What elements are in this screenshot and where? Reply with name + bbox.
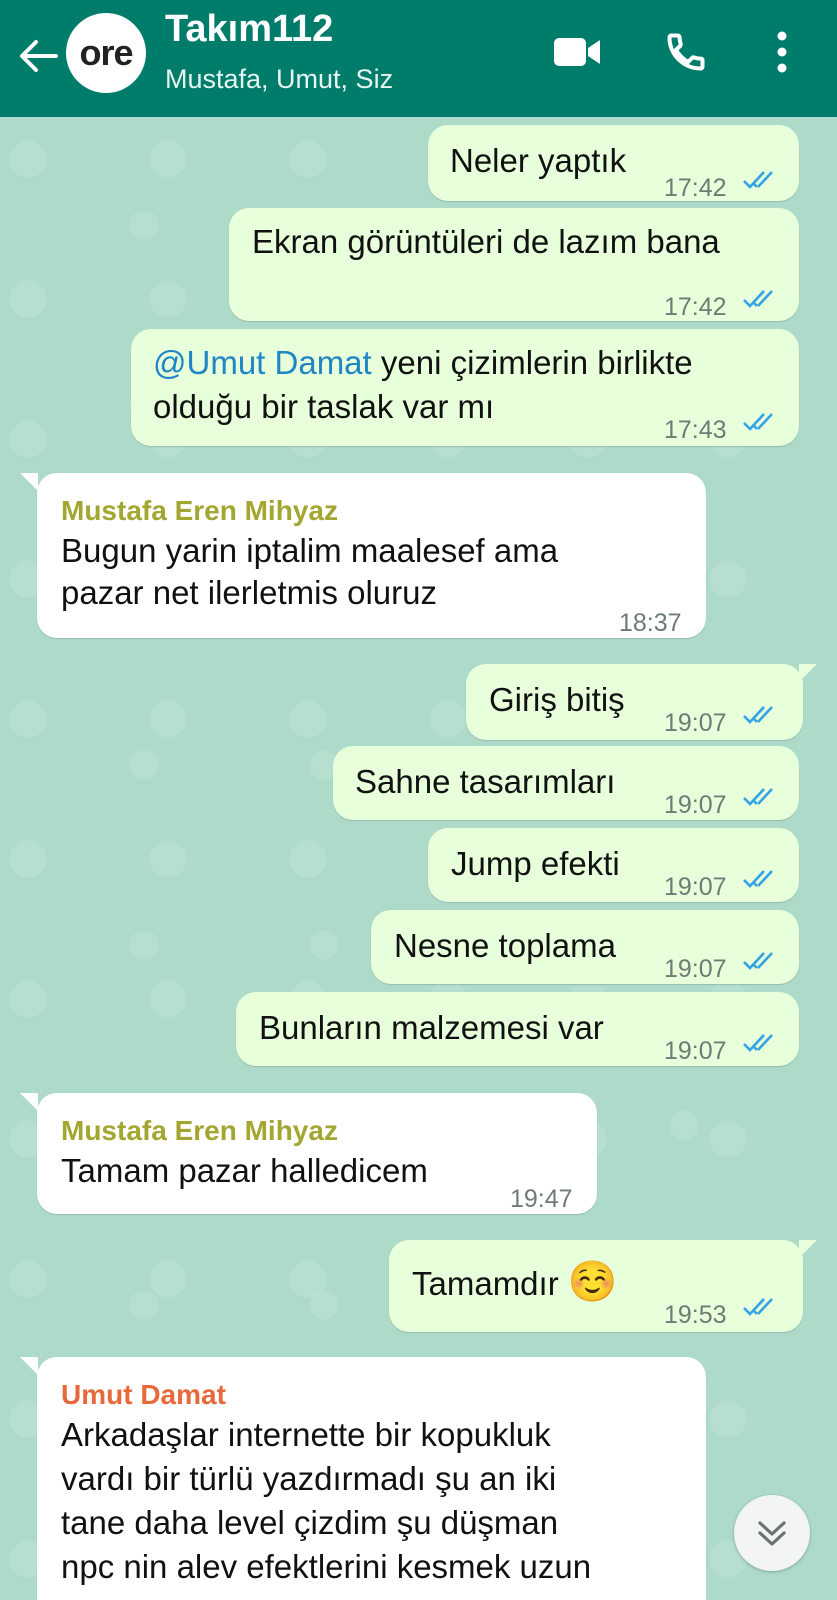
- sender-name[interactable]: Mustafa Eren Mihyaz: [61, 489, 338, 533]
- group-members[interactable]: Mustafa, Umut, Siz: [165, 64, 393, 95]
- message-text-part: yeni çizimlerin birlikte: [371, 344, 693, 381]
- message-bubble[interactable]: Neler yaptık 17:42: [428, 125, 799, 202]
- bubble-tail: [20, 1093, 38, 1111]
- message-text: Jump efekti: [451, 845, 620, 882]
- smiling-emoji: ☺️: [567, 1260, 618, 1304]
- message-time: 17:42: [664, 174, 727, 202]
- message-text: Tamamdır ☺️: [412, 1260, 618, 1306]
- message-time: 19:07: [664, 1037, 727, 1065]
- message-text: @Umut Damat yeni çizimlerin birlikte: [153, 341, 693, 385]
- message-text: Nesne toplama: [394, 927, 616, 964]
- message-text-line: npc nin alev efektlerini kesmek uzun: [61, 1548, 592, 1585]
- message-text: Bunların malzemesi var: [259, 1009, 604, 1046]
- message-text: Ekran görüntüleri de lazım bana: [252, 223, 720, 260]
- message-bubble[interactable]: Umut Damat Arkadaşlar internette bir kop…: [37, 1357, 706, 1600]
- message-bubble[interactable]: Bunların malzemesi var 19:07: [236, 992, 799, 1066]
- message-text: Giriş bitiş: [489, 681, 625, 718]
- mention-link[interactable]: @Umut Damat: [153, 344, 372, 381]
- read-ticks-icon: [743, 788, 773, 806]
- double-chevron-down-icon: [758, 1521, 786, 1546]
- message-time: 17:42: [664, 293, 727, 321]
- more-options-icon[interactable]: [776, 30, 788, 74]
- message-time: 19:07: [664, 873, 727, 901]
- bubble-tail: [20, 1357, 38, 1375]
- back-arrow-icon[interactable]: [16, 34, 60, 78]
- message-text-line: olduğu bir taslak var mı: [153, 388, 495, 425]
- message-text: Tamam pazar halledicem: [61, 1152, 428, 1189]
- message-text-line: tane daha level çizdim şu düşman: [61, 1504, 559, 1541]
- message-bubble[interactable]: @Umut Damat yeni çizimlerin birlikte old…: [131, 329, 799, 446]
- read-ticks-icon: [743, 952, 773, 970]
- sender-name[interactable]: Mustafa Eren Mihyaz: [61, 1109, 338, 1153]
- message-bubble[interactable]: Mustafa Eren Mihyaz Tamam pazar halledic…: [37, 1093, 597, 1214]
- message-time: 19:07: [664, 791, 727, 819]
- voice-call-icon[interactable]: [664, 30, 708, 74]
- read-ticks-icon: [743, 1034, 773, 1052]
- message-time: 18:37: [619, 609, 682, 637]
- message-bubble[interactable]: Giriş bitiş 19:07: [466, 664, 803, 740]
- group-title[interactable]: Takım112: [165, 8, 333, 51]
- read-ticks-icon: [743, 870, 773, 888]
- bubble-tail: [20, 473, 38, 491]
- read-ticks-icon: [743, 413, 773, 431]
- message-text: Sahne tasarımları: [355, 763, 616, 800]
- message-time: 17:43: [664, 416, 727, 444]
- chat-header: ore Takım112 Mustafa, Umut, Siz: [0, 0, 837, 117]
- message-time: 19:47: [510, 1185, 573, 1213]
- message-bubble[interactable]: Tamamdır ☺️ 19:53: [389, 1240, 803, 1332]
- sender-name[interactable]: Umut Damat: [61, 1373, 226, 1417]
- message-time: 19:07: [664, 709, 727, 737]
- message-time: 19:53: [664, 1301, 727, 1329]
- read-ticks-icon: [743, 1298, 773, 1316]
- read-ticks-icon: [743, 706, 773, 724]
- chat-area[interactable]: Neler yaptık 17:42 Ekran görüntüleri de …: [0, 117, 837, 1600]
- message-bubble[interactable]: Mustafa Eren Mihyaz Bugun yarin iptalim …: [37, 473, 706, 638]
- message-text-part: Tamamdır: [412, 1265, 559, 1302]
- message-text-line: Bugun yarin iptalim maalesef ama: [61, 532, 559, 569]
- message-bubble[interactable]: Ekran görüntüleri de lazım bana 17:42: [229, 208, 799, 321]
- read-ticks-icon: [743, 171, 773, 189]
- message-text-line: vardı bir türlü yazdırmadı şu an iki: [61, 1460, 557, 1497]
- message-text-line: Arkadaşlar internette bir kopukluk: [61, 1416, 551, 1453]
- message-text-line: pazar net ilerletmis oluruz: [61, 574, 437, 611]
- group-avatar[interactable]: ore: [66, 13, 146, 93]
- message-time: 19:07: [664, 955, 727, 983]
- message-bubble[interactable]: Jump efekti 19:07: [428, 828, 799, 902]
- message-text: Neler yaptık: [450, 142, 627, 179]
- video-call-icon[interactable]: [552, 34, 602, 70]
- read-ticks-icon: [743, 290, 773, 308]
- message-bubble[interactable]: Nesne toplama 19:07: [371, 910, 799, 984]
- scroll-to-bottom-button[interactable]: [734, 1495, 810, 1571]
- message-bubble[interactable]: Sahne tasarımları 19:07: [333, 746, 799, 820]
